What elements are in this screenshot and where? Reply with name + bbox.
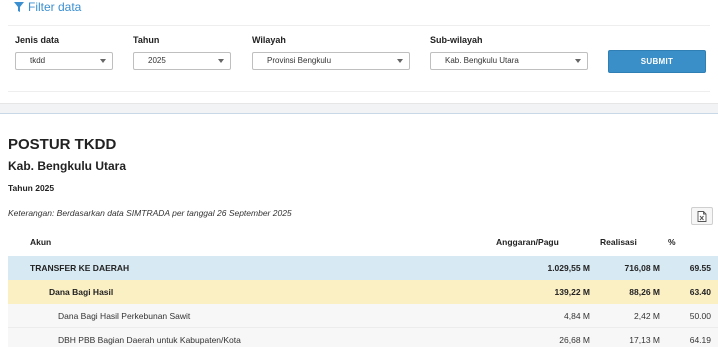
field-tahun: Tahun 2025 xyxy=(133,35,231,70)
filter-panel: Filter data Jenis data tkdd Tahun 2025 W… xyxy=(0,0,718,104)
field-label: Wilayah xyxy=(252,35,286,45)
row-pagu: 139,22 M xyxy=(554,287,590,297)
row-persen: 64.19 xyxy=(689,335,711,345)
wilayah-select[interactable]: Provinsi Bengkulu xyxy=(252,52,410,70)
select-value: tkdd xyxy=(30,56,46,65)
row-persen: 69.55 xyxy=(689,263,711,273)
row-akun: TRANSFER KE DAERAH xyxy=(30,263,130,273)
row-pagu: 26,68 M xyxy=(559,335,590,345)
row-persen: 50.00 xyxy=(689,311,711,321)
select-value: 2025 xyxy=(148,56,166,65)
field-wilayah: Wilayah Provinsi Bengkulu xyxy=(252,35,410,70)
column-header-pagu: Anggaran/Pagu xyxy=(496,237,559,247)
jenis-data-select[interactable]: tkdd xyxy=(15,52,113,70)
divider xyxy=(8,91,710,92)
column-header-realisasi: Realisasi xyxy=(600,237,637,247)
column-header-persen: % xyxy=(668,237,676,247)
filter-toggle[interactable]: Filter data xyxy=(14,0,81,14)
filter-title: Filter data xyxy=(28,0,82,14)
export-excel-button[interactable] xyxy=(691,207,713,225)
chevron-down-icon xyxy=(218,59,224,63)
row-realisasi: 716,08 M xyxy=(624,263,660,273)
chevron-down-icon xyxy=(100,59,106,63)
field-jenis-data: Jenis data tkdd xyxy=(15,35,113,70)
select-value: Provinsi Bengkulu xyxy=(267,56,332,65)
chevron-down-icon xyxy=(575,59,581,63)
row-pagu: 4,84 M xyxy=(564,311,590,321)
column-header-akun: Akun xyxy=(30,237,52,247)
sub-wilayah-select[interactable]: Kab. Bengkulu Utara xyxy=(430,52,588,70)
tahun-select[interactable]: 2025 xyxy=(133,52,231,70)
table-row[interactable]: TRANSFER KE DAERAH 1.029,55 M 716,08 M 6… xyxy=(8,256,718,280)
table-row[interactable]: Dana Bagi Hasil Perkebunan Sawit 4,84 M … xyxy=(8,304,718,328)
chevron-down-icon xyxy=(397,59,403,63)
row-persen: 63.40 xyxy=(689,287,711,297)
field-label: Sub-wilayah xyxy=(430,35,483,45)
excel-export-icon xyxy=(697,210,707,222)
table-header: Akun Anggaran/Pagu Realisasi % xyxy=(8,233,718,255)
select-value: Kab. Bengkulu Utara xyxy=(445,56,519,65)
filter-icon xyxy=(14,2,24,12)
row-akun: DBH PBB Bagian Daerah untuk Kabupaten/Ko… xyxy=(58,335,241,345)
divider xyxy=(8,25,710,26)
field-label: Jenis data xyxy=(15,35,60,45)
field-label: Tahun xyxy=(133,35,160,45)
report-region: Kab. Bengkulu Utara xyxy=(8,159,127,173)
row-realisasi: 17,13 M xyxy=(629,335,660,345)
submit-button[interactable]: SUBMIT xyxy=(608,50,706,73)
row-akun: Dana Bagi Hasil xyxy=(49,287,114,297)
section-separator xyxy=(0,104,718,114)
report-note: Keterangan: Berdasarkan data SIMTRADA pe… xyxy=(8,208,292,218)
table-row[interactable]: Dana Bagi Hasil 139,22 M 88,26 M 63.40 xyxy=(8,280,718,304)
report-title: POSTUR TKDD xyxy=(8,136,117,153)
row-realisasi: 2,42 M xyxy=(634,311,660,321)
report-year: Tahun 2025 xyxy=(8,183,55,193)
row-akun: Dana Bagi Hasil Perkebunan Sawit xyxy=(58,311,191,321)
row-realisasi: 88,26 M xyxy=(629,287,660,297)
row-pagu: 1.029,55 M xyxy=(547,263,590,273)
field-sub-wilayah: Sub-wilayah Kab. Bengkulu Utara xyxy=(430,35,588,70)
table-row[interactable]: DBH PBB Bagian Daerah untuk Kabupaten/Ko… xyxy=(8,328,718,347)
